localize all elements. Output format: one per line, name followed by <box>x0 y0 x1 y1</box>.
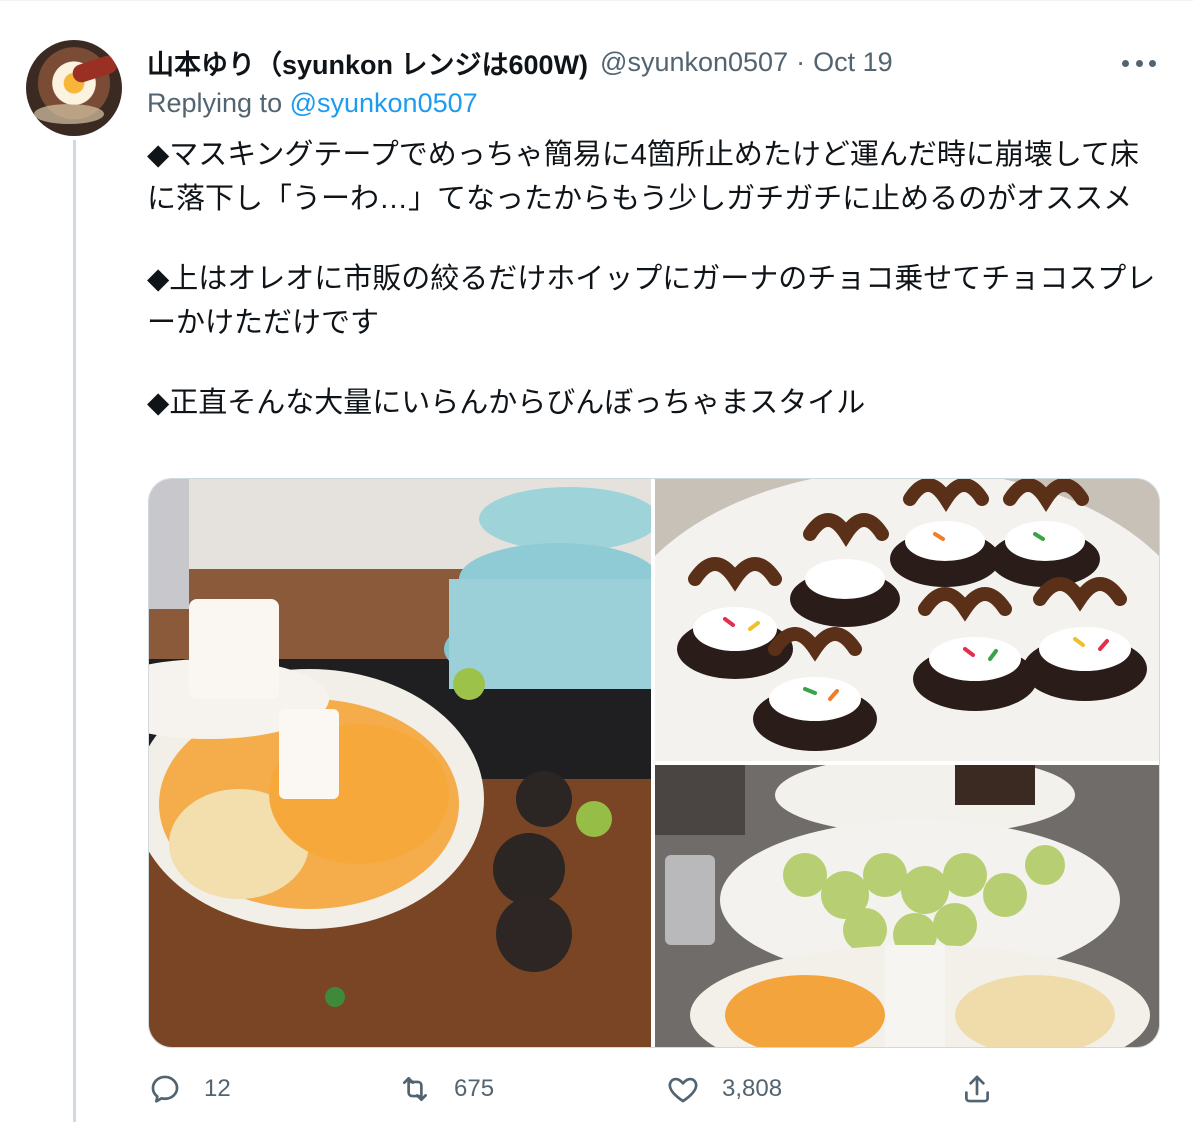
tweet-date[interactable]: Oct 19 <box>813 47 893 78</box>
tweet-paragraph: ◆上はオレオに市販の絞るだけホイップにガーナのチョコ乗せてチョコスプレーかけただ… <box>147 263 1156 339</box>
thread-connector-line <box>73 140 76 1122</box>
retweet-count: 675 <box>454 1075 495 1102</box>
top-divider <box>0 0 1193 1</box>
heart-icon <box>668 1077 698 1103</box>
like-count: 3,808 <box>722 1075 783 1102</box>
photo-2-illustration <box>655 479 1159 761</box>
media-photo-3[interactable] <box>655 765 1159 1047</box>
tweet-text: ◆マスキングテープでめっちゃ簡易に4箇所止めたけど運んだ時に崩壊して床に落下し「… <box>147 133 1157 461</box>
reply-count: 12 <box>204 1075 231 1102</box>
tweet-header: 山本ゆり（syunkon レンジは600W) @syunkon0507 · Oc… <box>147 42 893 82</box>
media-grid <box>148 478 1160 1048</box>
tweet-paragraph: ◆正直そんな大量にいらんからびんぼっちゃまスタイル <box>147 387 866 419</box>
reply-icon <box>151 1075 179 1103</box>
avatar-plate-detail <box>34 104 104 124</box>
separator-dot: · <box>796 46 806 77</box>
replying-to: Replying to @syunkon0507 <box>147 88 478 119</box>
more-dot <box>1149 59 1156 67</box>
reply-button[interactable]: 12 <box>148 1072 231 1106</box>
replying-prefix: Replying to <box>147 88 290 118</box>
retweet-button[interactable]: 675 <box>398 1072 494 1106</box>
replying-to-link[interactable]: @syunkon0507 <box>290 88 478 118</box>
more-options-icon[interactable] <box>1122 58 1156 68</box>
avatar[interactable] <box>26 40 122 136</box>
tweet-paragraph: ◆マスキングテープでめっちゃ簡易に4箇所止めたけど運んだ時に崩壊して床に落下し「… <box>147 139 1139 215</box>
more-dot <box>1135 59 1143 67</box>
avatar-food-detail <box>70 53 120 85</box>
more-dot <box>1122 59 1129 67</box>
media-photo-2[interactable] <box>655 479 1159 761</box>
photo-1-illustration <box>149 479 651 1047</box>
media-photo-1[interactable] <box>149 479 651 1047</box>
like-button[interactable]: 3,808 <box>666 1072 782 1106</box>
share-icon <box>965 1075 989 1103</box>
retweet-icon <box>403 1077 427 1101</box>
photo-3-illustration <box>655 765 1159 1047</box>
user-handle[interactable]: @syunkon0507 <box>600 47 788 78</box>
share-button[interactable] <box>960 1072 994 1106</box>
display-name[interactable]: 山本ゆり（syunkon レンジは600W) <box>147 43 588 82</box>
